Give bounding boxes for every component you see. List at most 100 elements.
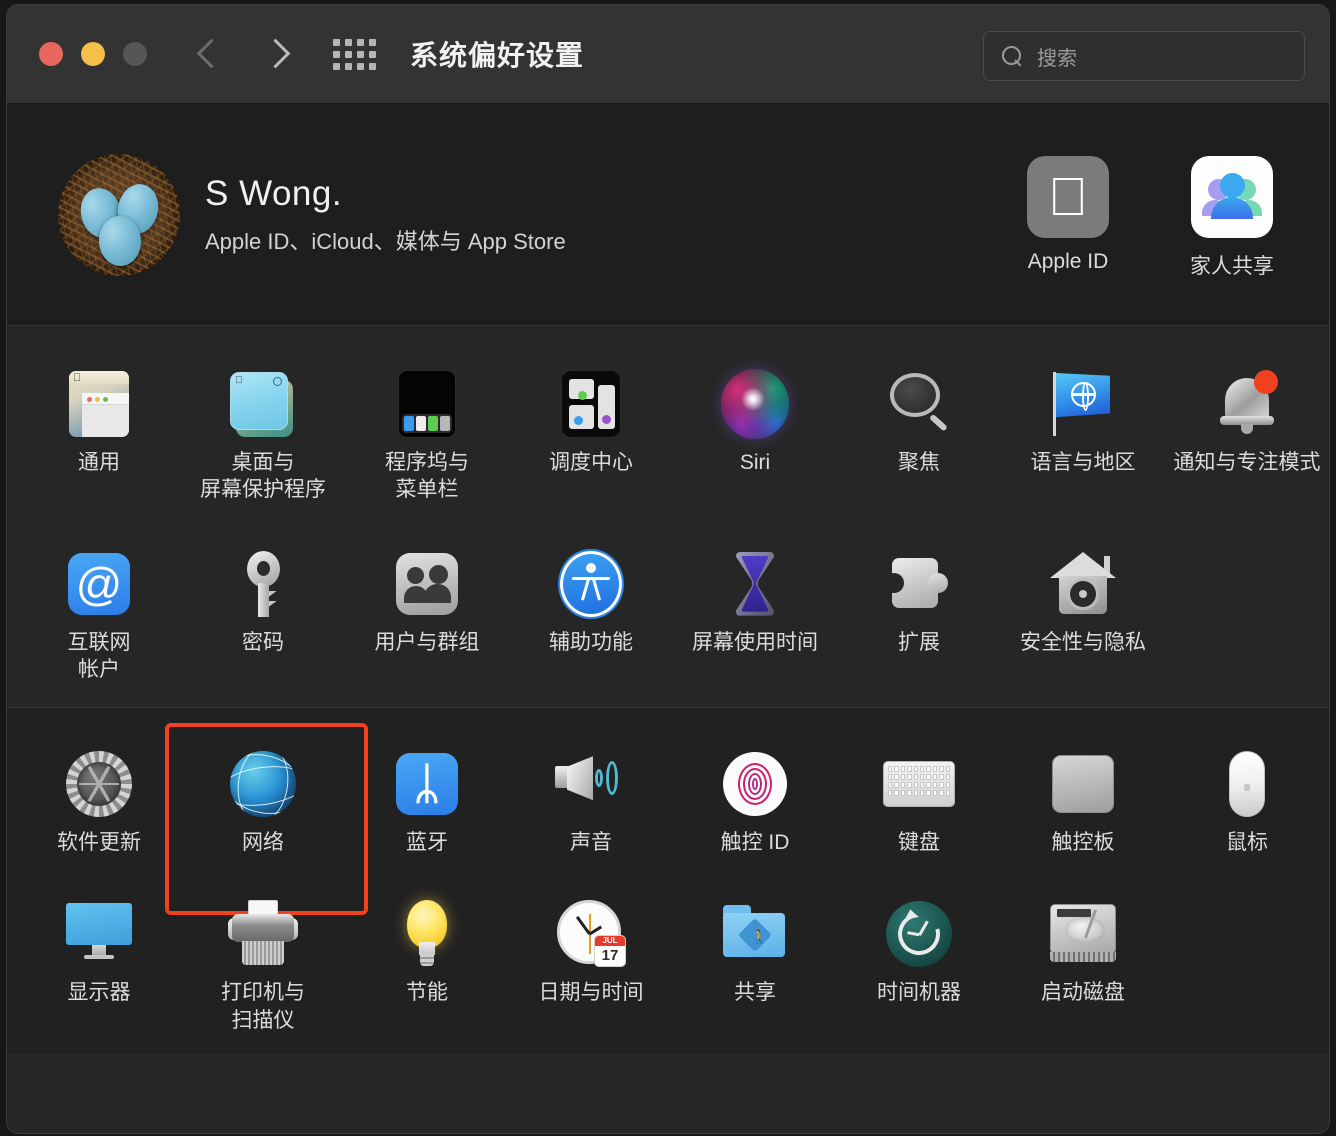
profile-buttons:  Apple ID 家人共享 [1017, 156, 1283, 280]
pref-label: 语言与地区 [1031, 449, 1136, 476]
pref-item-software-update[interactable]: 软件更新 [17, 748, 181, 856]
pref-item-energy-saver[interactable]: 节能 [345, 898, 509, 1034]
pref-item-desktop-screensaver[interactable]:  桌面与 屏幕保护程序 [181, 368, 345, 504]
pref-label: 节能 [406, 979, 448, 1006]
pref-item-keyboard[interactable]: 键盘 [837, 748, 1001, 856]
pref-item-siri[interactable]: Siri [673, 368, 837, 504]
pref-item-touch-id[interactable]: 触控 ID [673, 748, 837, 856]
pref-item-mission-control[interactable]: 调度中心 [509, 368, 673, 504]
navigation-buttons [197, 34, 289, 74]
energy-saver-icon [391, 898, 463, 970]
dock-menubar-icon [391, 368, 463, 440]
touch-id-icon [719, 748, 791, 820]
pref-item-accessibility[interactable]: 辅助功能 [509, 548, 673, 684]
pref-label: 键盘 [898, 829, 940, 856]
calendar-day: 17 [595, 946, 625, 966]
pref-label: 聚焦 [898, 449, 940, 476]
pref-label: 桌面与 屏幕保护程序 [200, 449, 326, 504]
preferences-row-4: 显示器 打印机与 扫描仪 节能 [17, 868, 1329, 1054]
pref-label: Siri [740, 449, 770, 476]
pref-item-language-region[interactable]: 语言与地区 [1001, 368, 1165, 504]
pref-item-users-groups[interactable]: 用户与群组 [345, 548, 509, 684]
pref-item-network[interactable]: 网络 [181, 748, 345, 856]
mouse-icon [1211, 748, 1283, 820]
pref-item-trackpad[interactable]: 触控板 [1001, 748, 1165, 856]
avatar[interactable] [58, 154, 180, 276]
zoom-button[interactable] [123, 42, 147, 66]
search-field[interactable]: 搜索 [983, 31, 1305, 81]
pref-item-general[interactable]:  通用 [17, 368, 181, 504]
pref-label: 触控板 [1052, 829, 1115, 856]
trackpad-icon [1047, 748, 1119, 820]
pref-item-mouse[interactable]: 鼠标 [1165, 748, 1329, 856]
pref-label: 程序坞与 菜单栏 [385, 449, 469, 504]
pref-item-security-privacy[interactable]: 安全性与隐私 [1001, 548, 1165, 684]
spotlight-icon [883, 368, 955, 440]
pref-item-displays[interactable]: 显示器 [17, 898, 181, 1034]
pref-label: 触控 ID [721, 829, 790, 856]
users-groups-icon [391, 548, 463, 620]
pref-label: 屏幕使用时间 [692, 629, 818, 656]
pref-label: 共享 [734, 979, 776, 1006]
calendar-badge: JUL 17 [595, 936, 625, 966]
preferences-section-1:  通用  桌面与 屏幕保护程序 [7, 326, 1329, 708]
network-globe-icon [227, 748, 299, 820]
internet-accounts-icon: @ [63, 548, 135, 620]
forward-chevron-icon[interactable] [263, 34, 289, 74]
pref-item-sound[interactable]: 声音 [509, 748, 673, 856]
apple-logo-icon:  [1027, 156, 1109, 238]
pref-item-printers-scanners[interactable]: 打印机与 扫描仪 [181, 898, 345, 1034]
back-chevron-icon[interactable] [197, 34, 223, 74]
pref-label: 密码 [242, 629, 284, 656]
pref-label: 时间机器 [877, 979, 961, 1006]
bluetooth-icon: ᛦ [391, 748, 463, 820]
preferences-row-1:  通用  桌面与 屏幕保护程序 [17, 326, 1329, 514]
sound-speaker-icon [555, 748, 627, 820]
title-bar: 系统偏好设置 搜索 [7, 5, 1329, 104]
pref-label: 打印机与 扫描仪 [221, 979, 305, 1034]
pref-item-time-machine[interactable]: 时间机器 [837, 898, 1001, 1034]
startup-disk-icon [1047, 898, 1119, 970]
notification-badge [1254, 370, 1278, 394]
pref-item-startup-disk[interactable]: 启动磁盘 [1001, 898, 1165, 1034]
preferences-section-2: 软件更新 网络 ᛦ 蓝牙 [7, 708, 1329, 1054]
notifications-focus-icon [1211, 368, 1283, 440]
bluetooth-glyph: ᛦ [414, 762, 440, 806]
show-all-grid-icon[interactable] [333, 39, 376, 70]
pref-item-sharing[interactable]: 🚶 共享 [673, 898, 837, 1034]
language-region-icon [1047, 368, 1119, 440]
desktop-screensaver-icon:  [227, 368, 299, 440]
pref-label: 通用 [78, 449, 120, 476]
pref-label: 网络 [242, 829, 284, 856]
pref-item-internet-accounts[interactable]: @ 互联网 帐户 [17, 548, 181, 684]
siri-icon [719, 368, 791, 440]
security-privacy-icon [1047, 548, 1119, 620]
pref-item-spotlight[interactable]: 聚焦 [837, 368, 1001, 504]
apple-id-profile-row[interactable]: S Wong. Apple ID、iCloud、媒体与 App Store  … [7, 104, 1329, 326]
pref-item-passwords[interactable]: 密码 [181, 548, 345, 684]
close-button[interactable] [39, 42, 63, 66]
minimize-button[interactable] [81, 42, 105, 66]
family-sharing-button[interactable]: 家人共享 [1181, 156, 1283, 280]
pref-label: 用户与群组 [375, 629, 480, 656]
sharing-icon: 🚶 [719, 898, 791, 970]
pref-item-bluetooth[interactable]: ᛦ 蓝牙 [345, 748, 509, 856]
keyboard-icon [883, 748, 955, 820]
time-machine-icon [883, 898, 955, 970]
pref-label: 声音 [570, 829, 612, 856]
accessibility-icon [555, 548, 627, 620]
passwords-key-icon [227, 548, 299, 620]
pref-item-dock-menubar[interactable]: 程序坞与 菜单栏 [345, 368, 509, 504]
pref-item-notifications-focus[interactable]: 通知与专注模式 [1165, 368, 1329, 504]
pref-item-date-time[interactable]: JUL 17 日期与时间 [509, 898, 673, 1034]
traffic-lights [39, 42, 147, 66]
pref-label: 互联网 帐户 [68, 629, 131, 684]
preferences-row-3: 软件更新 网络 ᛦ 蓝牙 [17, 708, 1329, 868]
pref-label: 显示器 [68, 979, 131, 1006]
pref-label: 软件更新 [57, 829, 141, 856]
pref-item-screen-time[interactable]: 屏幕使用时间 [673, 548, 837, 684]
pref-item-extensions[interactable]: 扩展 [837, 548, 1001, 684]
apple-id-button[interactable]:  Apple ID [1017, 156, 1119, 280]
printers-scanners-icon [227, 898, 299, 970]
pref-label: 日期与时间 [539, 979, 644, 1006]
